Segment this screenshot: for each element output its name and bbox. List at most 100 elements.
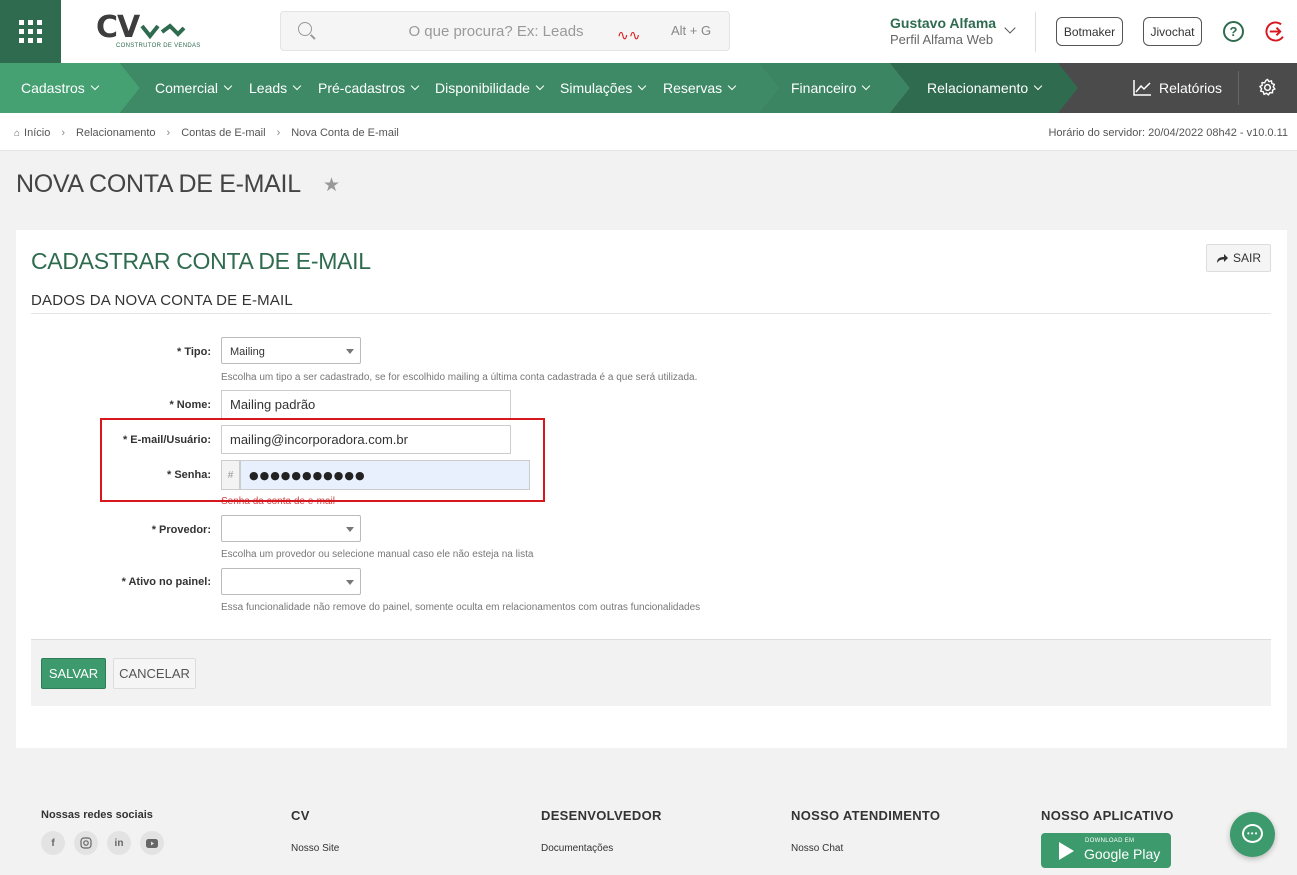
provedor-label: * Provedor: [151,524,211,536]
nav-relatorios[interactable]: Relatórios [1133,63,1222,113]
user-menu[interactable]: Gustavo Alfama Perfil Alfama Web [890,15,996,47]
breadcrumb-item-relacionamento[interactable]: Relacionamento [76,127,156,139]
nav-label: Relatórios [1159,80,1223,96]
chevron-down-icon [223,81,233,91]
tipo-select[interactable]: Mailing [221,337,361,364]
youtube-icon[interactable] [140,831,164,855]
password-input[interactable] [240,460,530,490]
section-title: DADOS DA NOVA CONTA DE E-MAIL [31,292,293,309]
provedor-select[interactable] [221,515,361,542]
instagram-glyph [80,837,92,849]
chat-dots: ••• [1247,829,1259,838]
ativo-select[interactable] [221,568,361,595]
share-arrow-icon [1216,253,1228,263]
linkedin-icon[interactable]: in [107,831,131,855]
logo-text: CV [96,10,140,45]
logo-mark-icon [140,23,186,40]
nav-disponibilidade[interactable]: Disponibilidade [435,63,545,113]
breadcrumb-item-contas[interactable]: Contas de E-mail [181,127,265,139]
logo-subtitle: CONSTRUTOR DE VENDAS [116,43,201,49]
botmaker-button[interactable]: Botmaker [1056,17,1123,46]
user-name: Gustavo Alfama [890,15,997,31]
chevron-down-icon [862,81,871,91]
caret-down-icon [346,527,354,532]
grid-icon [19,20,42,43]
chevron-down-icon [535,81,545,91]
global-search[interactable]: ∿∿ Alt + G [280,11,730,51]
user-profile: Perfil Alfama Web [890,32,994,47]
top-header: CV CONSTRUTOR DE VENDAS ∿∿ Alt + G Gusta… [0,0,1297,63]
nav-pre-cadastros[interactable]: Pré-cadastros [318,63,420,113]
hash-icon: # [221,460,240,490]
spellcheck-squiggle-icon: ∿∿ [617,27,641,43]
cancel-button[interactable]: CANCELAR [113,658,196,689]
footer-link-docs[interactable]: Documentações [541,843,613,854]
instagram-icon[interactable] [74,831,98,855]
star-icon[interactable]: ★ [323,174,340,197]
nav-label: Financeiro [791,80,857,96]
search-input[interactable] [381,12,611,50]
chevron-down-icon [727,81,737,91]
chat-button[interactable]: ••• [1230,812,1275,857]
save-button[interactable]: SALVAR [41,658,106,689]
nav-label: Pré-cadastros [318,80,406,96]
main-nav: Cadastros Comercial Leads Pré-cadastros … [0,63,1297,113]
footer-col-title: NOSSO APLICATIVO [1041,808,1174,823]
apps-menu-button[interactable] [0,0,61,63]
form-actions: SALVAR CANCELAR [31,639,1271,706]
chevron-right-icon: › [276,127,281,139]
play-store-icon [1059,842,1074,860]
logout-icon[interactable] [1265,21,1286,42]
nome-input[interactable] [221,390,511,419]
divider [31,313,1271,314]
jivochat-button[interactable]: Jivochat [1143,17,1202,46]
senha-label: * Senha: [166,469,211,481]
chevron-down-icon [638,81,647,91]
tipo-label: * Tipo: [176,346,211,358]
breadcrumb-bar: ⌂ Início › Relacionamento › Contas de E-… [0,113,1297,151]
caret-down-icon [346,580,354,585]
nav-reservas[interactable]: Reservas [663,63,737,113]
facebook-icon[interactable]: f [41,831,65,855]
provedor-hint: Escolha um provedor ou selecione manual … [221,549,534,560]
chart-line-icon [1133,80,1151,96]
chevron-right-icon: › [61,127,66,139]
footer-col-title: CV [291,808,310,823]
caret-down-icon [346,349,354,354]
gplay-small-text: DOWNLOAD EM [1085,838,1135,844]
help-icon[interactable]: ? [1223,21,1244,42]
senha-hint: Senha da conta de e-mail [221,496,335,507]
breadcrumb-item-inicio[interactable]: Início [24,127,50,139]
nome-label: * Nome: [169,399,211,411]
google-play-button[interactable]: DOWNLOAD EM Google Play [1041,833,1171,868]
youtube-glyph [146,838,158,848]
ativo-label: * Ativo no painel: [121,576,211,588]
footer-link-site[interactable]: Nosso Site [291,843,339,854]
nav-label: Comercial [155,80,219,96]
nav-label: Disponibilidade [435,80,530,96]
nav-leads[interactable]: Leads [249,63,302,113]
home-icon: ⌂ [14,127,21,139]
nav-cadastros[interactable]: Cadastros [21,63,100,113]
search-shortcut: Alt + G [671,23,712,38]
email-input[interactable] [221,425,511,454]
footer-col-title: NOSSO ATENDIMENTO [791,808,941,823]
form-panel: CADASTRAR CONTA DE E-MAIL SAIR DADOS DA … [16,230,1287,748]
chevron-down-icon [90,81,100,91]
nav-financeiro[interactable]: Financeiro [791,63,871,113]
exit-button[interactable]: SAIR [1206,244,1271,272]
footer-link-chat[interactable]: Nosso Chat [791,843,843,854]
nav-comercial[interactable]: Comercial [155,63,233,113]
gear-icon[interactable] [1258,78,1277,97]
page-title: NOVA CONTA DE E-MAIL [16,170,301,198]
panel-title: CADASTRAR CONTA DE E-MAIL [31,248,371,274]
search-icon [298,22,312,36]
email-label: * E-mail/Usuário: [122,434,211,446]
chevron-down-icon[interactable] [1004,22,1016,34]
exit-label: SAIR [1232,251,1261,265]
nav-relacionamento[interactable]: Relacionamento [927,63,1043,113]
nav-label: Simulações [560,80,633,96]
divider [1238,71,1239,105]
nav-label: Reservas [663,80,723,96]
nav-simulacoes[interactable]: Simulações [560,63,647,113]
